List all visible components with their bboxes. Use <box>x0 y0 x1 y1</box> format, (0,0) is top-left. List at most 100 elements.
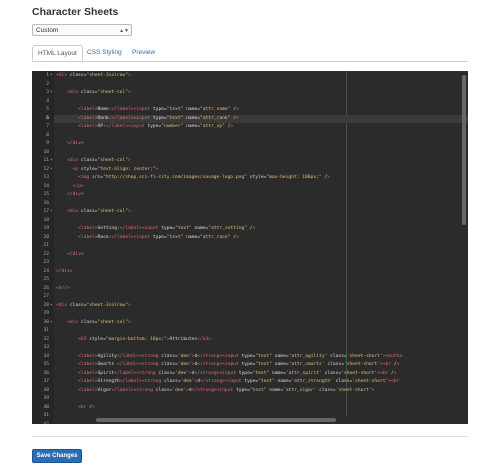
fold-arrow-icon[interactable]: ▾ <box>50 166 53 175</box>
select-value: Custom <box>36 27 59 34</box>
fold-arrow-icon[interactable]: ▾ <box>50 89 53 98</box>
tab-css-styling[interactable]: CSS Styling <box>82 45 127 61</box>
line-number: 27 <box>43 294 49 299</box>
page-title: Character Sheets <box>32 6 119 18</box>
fold-arrow-icon[interactable]: ▾ <box>50 157 53 166</box>
code-line[interactable]: 31 <box>32 327 468 336</box>
line-code: <div class="sheet-3colrow"> <box>56 302 131 308</box>
fold-arrow-icon[interactable]: ▾ <box>50 302 53 311</box>
line-code: </div> <box>67 251 84 257</box>
code-line[interactable]: 24 </div> <box>32 268 468 277</box>
line-number: 5 <box>46 107 49 112</box>
line-number: 9 <box>46 141 49 146</box>
line-code: <label>Agility</label><strong class='dee… <box>78 353 403 359</box>
line-number: 3 <box>46 90 49 95</box>
code-line[interactable]: 10 <box>32 149 468 158</box>
line-code: <label>Setting:</label><input type="text… <box>78 226 256 231</box>
code-line[interactable]: 14 </p> <box>32 183 468 192</box>
code-line[interactable]: 21 <box>32 242 468 251</box>
line-code: </div> <box>67 192 84 197</box>
code-line[interactable]: 1 ▾ <div class="sheet-3colrow"> <box>32 72 468 81</box>
line-number: 19 <box>43 226 49 231</box>
code-line[interactable]: 27 <box>32 293 468 302</box>
line-code: <label>Name:</label><input type="text" n… <box>78 107 239 112</box>
line-code: </div> <box>56 268 73 274</box>
code-line[interactable]: 34 <label>Agility</label><strong class='… <box>32 353 468 362</box>
code-line[interactable]: 20 <label>Race:</label><input type="text… <box>32 234 468 243</box>
line-code: <hr/> <box>56 285 70 291</box>
horizontal-scrollbar[interactable] <box>96 418 336 422</box>
line-number: 29 <box>43 311 49 316</box>
line-number: 2 <box>46 81 49 87</box>
line-number: 14 <box>43 183 49 189</box>
vertical-scrollbar[interactable] <box>462 75 466 225</box>
code-line[interactable]: 16 <box>32 200 468 209</box>
code-line[interactable]: 17 ▾ <div class="sheet-col"> <box>32 208 468 217</box>
code-line[interactable]: 13 <img src="http://shop.sci-fi-city.com… <box>32 174 468 183</box>
line-number: 30 <box>43 319 49 325</box>
fold-arrow-icon[interactable]: ▾ <box>50 319 53 328</box>
fold-arrow-icon[interactable]: ▾ <box>50 72 53 81</box>
code-line[interactable]: 15 </div> <box>32 191 468 200</box>
select-arrows-icon: ▲▼ <box>119 28 129 34</box>
tab-html-layout[interactable]: HTML Layout <box>32 45 83 61</box>
code-line[interactable]: 33 <box>32 344 468 353</box>
code-line[interactable]: 26 <hr/> <box>32 285 468 294</box>
line-code: </div> <box>67 141 84 146</box>
code-line[interactable]: 3 ▾ <div class="sheet-col"> <box>32 89 468 98</box>
code-editor[interactable]: 1 ▾ <div class="sheet-3colrow"> 2 3 ▾ <div cl… <box>32 71 468 424</box>
line-number: 16 <box>43 200 49 206</box>
code-line[interactable]: 39 <box>32 395 468 404</box>
code-line[interactable]: 28 ▾ <div class="sheet-3colrow"> <box>32 302 468 311</box>
code-line[interactable]: 22 </div> <box>32 251 468 260</box>
line-number: 21 <box>43 243 49 248</box>
line-number: 4 <box>46 98 49 104</box>
line-code: <label>Smarts </label><strong class='dee… <box>78 362 400 367</box>
line-number: 32 <box>43 336 49 342</box>
code-line[interactable]: 30 ▾ <div class="sheet-col"> <box>32 319 468 328</box>
code-line[interactable]: 18 <box>32 217 468 226</box>
code-line[interactable]: 36 <label>Spirit</label><strong class='d… <box>32 370 468 379</box>
line-code: <h3 style="margin-bottom: 10px;">Attribu… <box>78 336 212 342</box>
code-line[interactable]: 2 <box>32 81 468 90</box>
line-number: 17 <box>43 209 49 214</box>
code-line[interactable]: 8 <box>32 132 468 141</box>
line-number: 8 <box>46 132 49 138</box>
code-line[interactable]: 38 <label>Vigor</label><strong class='de… <box>32 387 468 396</box>
code-line[interactable]: 4 <box>32 98 468 107</box>
code-line[interactable]: 6 <label>Rank:</label><input type="text"… <box>32 115 468 124</box>
line-code: <br /> <box>78 404 95 410</box>
save-changes-button[interactable]: Save Changes <box>32 449 82 463</box>
code-line[interactable]: 35 <label>Smarts </label><strong class='… <box>32 361 468 370</box>
code-line[interactable]: 23 <box>32 259 468 268</box>
code-line[interactable]: 19 <label>Setting:</label><input type="t… <box>32 225 468 234</box>
editor-tabs: HTML Layout CSS Styling Preview <box>32 44 468 62</box>
line-number: 20 <box>43 234 49 240</box>
code-line[interactable]: 25 <box>32 276 468 285</box>
line-number: 31 <box>43 328 49 333</box>
line-number: 33 <box>43 345 49 350</box>
code-line[interactable]: 9 </div> <box>32 140 468 149</box>
line-number: 23 <box>43 260 49 265</box>
sheet-template-select[interactable]: Custom ▲▼ <box>32 24 132 36</box>
code-line[interactable]: 11 ▾ <div class="sheet-col"> <box>32 157 468 166</box>
line-number: 36 <box>43 370 49 376</box>
tab-preview[interactable]: Preview <box>127 45 160 61</box>
line-number: 38 <box>43 387 49 393</box>
code-line[interactable]: 37 <label>Strength</label><strong class=… <box>32 378 468 387</box>
line-number: 18 <box>43 217 49 223</box>
code-line[interactable]: 32 <h3 style="margin-bottom: 10px;">Attr… <box>32 336 468 345</box>
line-number: 39 <box>43 396 49 401</box>
line-code: </p> <box>72 183 84 189</box>
fold-arrow-icon[interactable]: ▾ <box>50 208 53 217</box>
line-code: <p style="text-align: center;"> <box>72 166 159 172</box>
code-line[interactable]: 12 ▾ <p style="text-align: center;"> <box>32 166 468 175</box>
line-number: 1 <box>46 73 49 78</box>
line-number: 10 <box>43 149 49 155</box>
line-code: <img src="http://shop.sci-fi-city.com/im… <box>78 175 330 180</box>
code-line[interactable]: 40 <br /> <box>32 404 468 413</box>
code-line[interactable]: 7 <label>XP:</label><input type="number"… <box>32 123 468 132</box>
code-line[interactable]: 5 <label>Name:</label><input type="text"… <box>32 106 468 115</box>
line-number: 11 <box>43 158 49 163</box>
code-line[interactable]: 29 <box>32 310 468 319</box>
